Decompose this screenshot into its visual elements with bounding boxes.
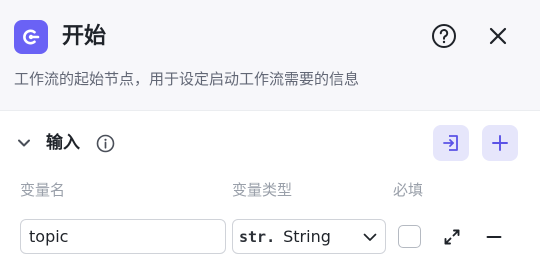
- collapse-toggle[interactable]: [14, 133, 34, 153]
- column-header-type: 变量类型: [232, 181, 293, 199]
- expand-button[interactable]: [441, 226, 463, 248]
- column-header-required: 必填: [393, 181, 424, 199]
- start-node-icon: [14, 20, 48, 54]
- variable-name-input[interactable]: topic: [20, 219, 226, 254]
- node-description: 工作流的起始节点，用于设定启动工作流需要的信息: [14, 70, 360, 88]
- type-selected-value: String: [283, 227, 331, 246]
- type-prefix-label: str.: [239, 227, 276, 246]
- close-icon: [489, 27, 507, 45]
- help-button[interactable]: [430, 22, 458, 50]
- close-button[interactable]: [484, 22, 512, 50]
- column-header-name: 变量名: [20, 181, 66, 199]
- info-circle-icon[interactable]: [95, 133, 115, 153]
- chevron-down-icon: [361, 228, 379, 246]
- remove-row-button[interactable]: [483, 226, 505, 248]
- node-header: 开始 工作流的起始节点，用于设定启动工作流需要的信息: [0, 0, 540, 110]
- minus-icon: [486, 236, 502, 238]
- plus-icon: [492, 135, 508, 151]
- expand-icon: [444, 229, 460, 245]
- section-title-inputs: 输入: [46, 133, 80, 153]
- question-circle-icon: [432, 24, 456, 48]
- import-button[interactable]: [433, 125, 469, 161]
- add-input-button[interactable]: [482, 125, 518, 161]
- node-title: 开始: [62, 24, 107, 49]
- chevron-down-icon: [18, 139, 30, 147]
- header-divider: [0, 110, 540, 111]
- variable-type-select[interactable]: str. String: [232, 219, 386, 254]
- required-checkbox[interactable]: [398, 225, 421, 248]
- import-icon: [443, 135, 458, 151]
